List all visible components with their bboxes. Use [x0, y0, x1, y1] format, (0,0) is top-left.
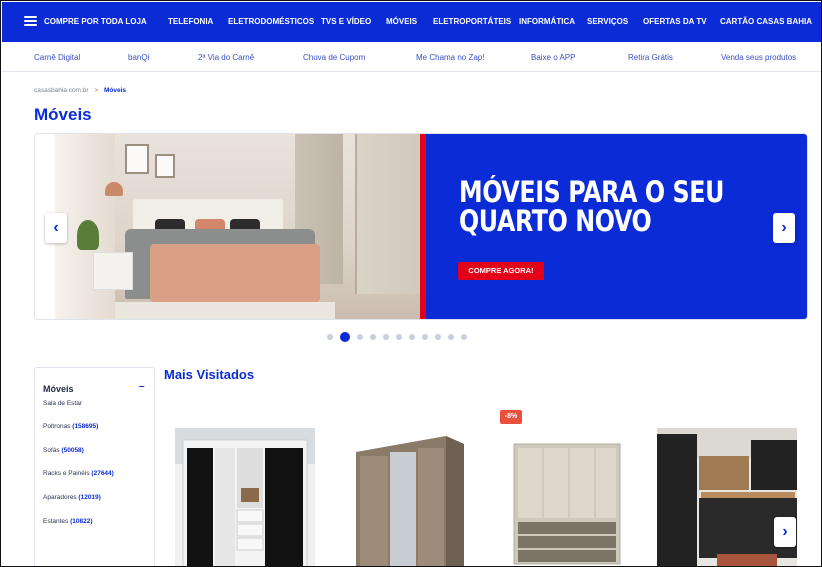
breadcrumb-separator: >: [94, 87, 99, 94]
sidebar-item-count: (12019): [78, 494, 101, 501]
sidebar-item-racks-e-paineis[interactable]: Racks e Painéis (27644): [43, 470, 114, 477]
carousel-dot[interactable]: [396, 334, 402, 340]
carousel-dot-active[interactable]: [340, 332, 350, 342]
subnav-carne-digital[interactable]: Carnê Digital: [34, 53, 80, 62]
sidebar-item-label: Sofás: [43, 447, 60, 454]
subnav-baixe-o-app[interactable]: Baixe o APP: [531, 53, 575, 62]
banner-headline: MÓVEIS PARA O SEU QUARTO NOVO: [459, 178, 724, 236]
carousel-dot[interactable]: [327, 334, 333, 340]
banner-next-arrow-icon[interactable]: ›: [773, 213, 795, 243]
sidebar-item-sala-de-estar[interactable]: Sala de Estar: [43, 400, 82, 407]
banner-headline-line2: QUARTO NOVO: [459, 204, 652, 238]
banner-prev-arrow-icon[interactable]: ‹: [45, 213, 67, 243]
bedroom-photo: [55, 134, 435, 319]
subnav-chuva-de-cupom[interactable]: Chuva de Cupom: [303, 53, 365, 62]
sidebar-item-count: (10822): [70, 518, 93, 525]
top-navigation-bar: COMPRE POR TODA LOJA TELEFONIA ELETRODOM…: [2, 2, 821, 42]
product-card-wardrobe-wood[interactable]: [346, 428, 486, 566]
banner-promo-panel: MÓVEIS PARA O SEU QUARTO NOVO COMPRE AGO…: [426, 134, 807, 319]
hero-banner-carousel[interactable]: MÓVEIS PARA O SEU QUARTO NOVO COMPRE AGO…: [34, 133, 808, 320]
section-title: Mais Visitados: [164, 367, 255, 382]
sidebar-item-label: Estantes: [43, 518, 69, 525]
subnav-venda-seus-produtos[interactable]: Venda seus produtos: [721, 53, 796, 62]
product-card-wardrobe-light[interactable]: [512, 428, 652, 566]
product-card-wardrobe-black[interactable]: [175, 428, 315, 566]
banner-cta-button[interactable]: COMPRE AGORA!: [458, 262, 544, 280]
products-next-arrow-icon[interactable]: ›: [774, 517, 796, 547]
nav-item-eletroportateis[interactable]: ELETROPORTÁTEIS: [433, 17, 511, 26]
secondary-navigation: Carnê Digital banQi 2ª Via do Carnê Chuv…: [2, 42, 821, 72]
page-title: Móveis: [34, 105, 92, 124]
breadcrumb: casasbahia.com.br > Móveis: [34, 87, 126, 94]
sidebar-item-aparadores[interactable]: Aparadores (12019): [43, 494, 101, 501]
nav-all-store-button[interactable]: COMPRE POR TODA LOJA: [24, 16, 147, 26]
carousel-dot[interactable]: [422, 334, 428, 340]
carousel-dot[interactable]: [409, 334, 415, 340]
carousel-dot[interactable]: [383, 334, 389, 340]
carousel-dot[interactable]: [435, 334, 441, 340]
carousel-dot[interactable]: [461, 334, 467, 340]
nav-item-moveis[interactable]: MÓVEIS: [386, 17, 417, 26]
nav-item-tvs-e-video[interactable]: TVS E VÍDEO: [321, 17, 371, 26]
sidebar-item-poltronas[interactable]: Poltronas (158695): [43, 423, 98, 430]
subnav-segunda-via-carne[interactable]: 2ª Via do Carnê: [198, 53, 254, 62]
sidebar-item-count: (27644): [91, 470, 114, 477]
nav-item-cartao-casas-bahia[interactable]: CARTÃO CASAS BAHIA: [720, 17, 812, 26]
banner-headline-line1: MÓVEIS PARA O SEU: [459, 175, 725, 209]
product-image: [512, 428, 652, 566]
nav-item-informatica[interactable]: INFORMÁTICA: [519, 17, 575, 26]
sidebar-item-estantes[interactable]: Estantes (10822): [43, 518, 93, 525]
nav-item-telefonia[interactable]: TELEFONIA: [168, 17, 213, 26]
product-image: [346, 428, 486, 566]
subnav-banqi[interactable]: banQi: [128, 53, 149, 62]
sidebar-item-label: Aparadores: [43, 494, 77, 501]
carousel-pagination: [327, 332, 474, 342]
sidebar-item-count: (50058): [61, 447, 84, 454]
breadcrumb-home-link[interactable]: casasbahia.com.br: [34, 87, 89, 94]
subnav-me-chama-no-zap[interactable]: Me Chama no Zap!: [416, 53, 484, 62]
carousel-dot[interactable]: [357, 334, 363, 340]
sidebar-item-label: Racks e Painéis: [43, 470, 90, 477]
product-image: [175, 428, 315, 566]
sidebar-item-count: (158695): [72, 423, 99, 430]
nav-item-ofertas-da-tv[interactable]: OFERTAS DA TV: [643, 17, 707, 26]
nav-all-store-label: COMPRE POR TODA LOJA: [44, 16, 147, 26]
sidebar-item-label: Sala de Estar: [43, 400, 83, 407]
sidebar-title: Móveis: [43, 384, 74, 394]
category-sidebar: Móveis – Sala de Estar Poltronas (158695…: [34, 367, 155, 566]
subnav-retira-gratis[interactable]: Retira Grátis: [628, 53, 673, 62]
nav-item-servicos[interactable]: SERVIÇOS: [587, 17, 628, 26]
sidebar-item-label: Poltronas: [43, 423, 71, 430]
nav-item-eletrodomesticos[interactable]: ELETRODOMÉSTICOS: [228, 17, 314, 26]
carousel-dot[interactable]: [448, 334, 454, 340]
discount-badge: -8%: [500, 410, 522, 424]
collapse-icon[interactable]: –: [139, 381, 145, 392]
page: COMPRE POR TODA LOJA TELEFONIA ELETRODOM…: [0, 0, 822, 567]
sidebar-item-sofas[interactable]: Sofás (50058): [43, 447, 84, 454]
breadcrumb-current: Móveis: [103, 87, 127, 94]
menu-icon: [24, 16, 37, 26]
carousel-dot[interactable]: [370, 334, 376, 340]
